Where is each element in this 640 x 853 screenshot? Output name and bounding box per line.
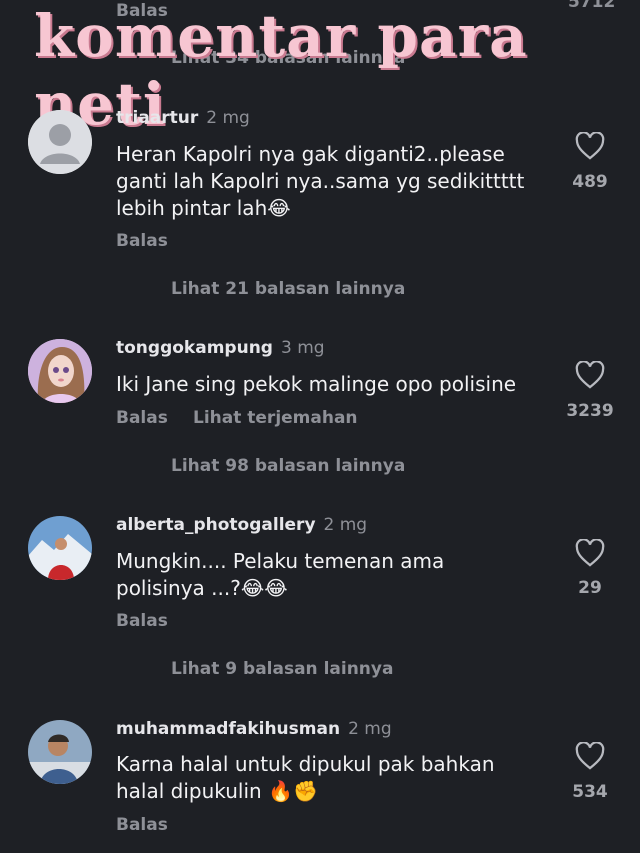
comment-time: 2 mg [206, 108, 250, 128]
like-button[interactable] [575, 538, 605, 571]
username[interactable]: muhammadfakihusman [116, 719, 340, 739]
doll-avatar-icon [28, 339, 92, 403]
comment-author[interactable]: triaartur 2 mg [116, 108, 250, 128]
view-more-replies[interactable]: Lihat 21 balasan lainnya [171, 279, 405, 299]
like-count: 29 [578, 578, 602, 598]
avatar[interactable] [28, 720, 92, 784]
translate-button[interactable]: Lihat terjemahan [193, 408, 358, 428]
comment-text: Karna halal untuk dipukul pak bahkan hal… [116, 752, 495, 803]
heart-icon [575, 538, 605, 567]
like-count: 534 [572, 782, 608, 802]
comment-text: Mungkin.... Pelaku temenan ama polisinya… [116, 549, 445, 600]
comment-author[interactable]: tonggokampung 3 mg [116, 338, 325, 358]
view-more-replies[interactable]: Lihat 9 balasan lainnya [171, 659, 393, 679]
comment-author[interactable]: alberta_photogallery 2 mg [116, 515, 367, 535]
heart-icon [575, 741, 605, 770]
person-avatar-icon [28, 720, 92, 784]
like-count: 489 [572, 172, 608, 192]
comment-text: Heran Kapolri nya gak diganti2..please g… [116, 142, 525, 220]
like-count: 3239 [566, 401, 614, 421]
default-avatar-icon [28, 110, 92, 174]
avatar[interactable] [28, 516, 92, 580]
comment-time: 2 mg [323, 515, 368, 535]
comment-text: Iki Jane sing pekok malinge opo polisine [116, 372, 517, 396]
reply-button[interactable]: Balas [116, 611, 168, 631]
like-button[interactable] [575, 131, 605, 164]
username[interactable]: alberta_photogallery [116, 515, 316, 535]
view-more-replies[interactable]: Lihat 98 balasan lainnya [171, 456, 405, 476]
like-button[interactable] [575, 360, 605, 393]
like-button[interactable] [575, 741, 605, 774]
reply-button[interactable]: Balas [116, 408, 168, 428]
username[interactable]: triaartur [116, 108, 198, 128]
mountain-person-avatar-icon [28, 516, 92, 580]
avatar[interactable] [28, 110, 92, 174]
reply-button[interactable]: Balas [116, 815, 168, 835]
heart-icon [575, 360, 605, 389]
username[interactable]: tonggokampung [116, 338, 273, 358]
comment-time: 3 mg [280, 338, 325, 358]
avatar[interactable] [28, 339, 92, 403]
comment-time: 2 mg [348, 719, 392, 739]
comment-author[interactable]: muhammadfakihusman 2 mg [116, 719, 392, 739]
heart-icon [575, 131, 605, 160]
reply-button[interactable]: Balas [116, 231, 168, 251]
